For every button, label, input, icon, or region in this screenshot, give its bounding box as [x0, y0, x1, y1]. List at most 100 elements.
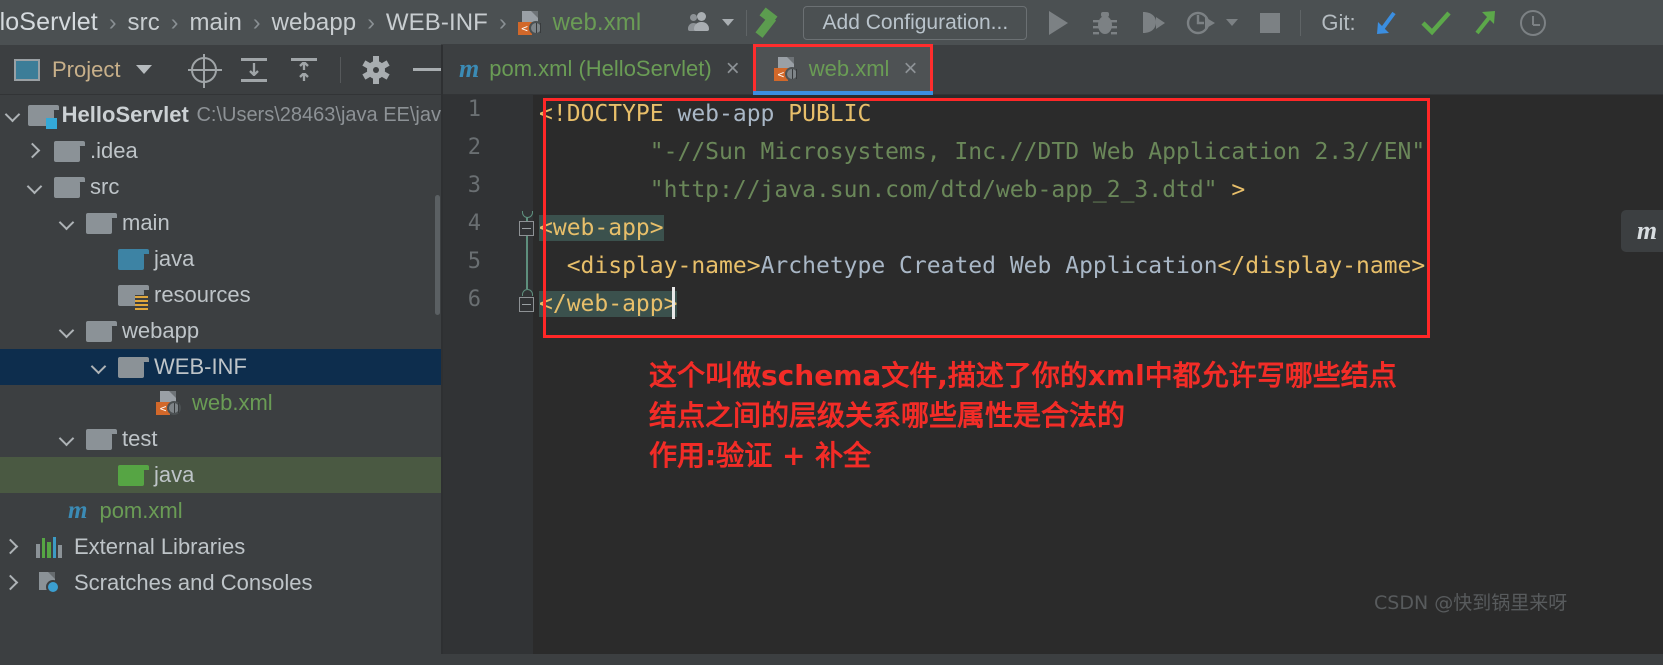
tree-item-label: src [90, 174, 120, 199]
build-button[interactable] [755, 6, 793, 38]
editor-gutter[interactable]: 1 2 3 4 5 6 [441, 95, 534, 654]
run-with-coverage-icon [1143, 11, 1166, 33]
chevron-down-icon[interactable] [88, 356, 110, 378]
profiler-icon [1187, 11, 1216, 34]
project-tree[interactable]: HelloServlet C:\Users\28463\java EE\jav … [0, 95, 441, 654]
editor-hint-badge[interactable]: m [1621, 210, 1663, 252]
tree-item-external-libraries[interactable]: External Libraries [0, 529, 441, 565]
breadcrumb-src[interactable]: src [128, 9, 160, 37]
chevron-down-icon[interactable] [56, 320, 78, 342]
history-button[interactable] [1519, 9, 1546, 36]
git-push-button[interactable] [1470, 8, 1500, 38]
tree-scrollbar[interactable] [435, 195, 440, 315]
project-panel-header: Project [0, 45, 441, 95]
annotation-line-2: 结点之间的层级关系哪些属性是合法的 [649, 399, 1126, 432]
spacer-icon [88, 248, 110, 270]
git-commit-button[interactable] [1420, 8, 1452, 38]
breadcrumb-webxml[interactable]: web.xml [553, 9, 642, 37]
chevron-down-icon[interactable] [136, 65, 153, 74]
chevron-right-icon[interactable] [2, 572, 24, 594]
line-number: 2 [467, 135, 481, 160]
code-line-5: <display-name>Archetype Created Web Appl… [539, 247, 1426, 285]
code-token: <display-name> [566, 253, 761, 279]
breadcrumb-webinf[interactable]: WEB-INF [386, 9, 488, 37]
expand-all-button[interactable] [240, 57, 267, 83]
run-with-coverage-button[interactable] [1140, 9, 1168, 37]
fold-toggle-open-icon[interactable] [519, 221, 534, 236]
tab-label: pom.xml (HelloServlet) [489, 56, 712, 81]
tree-item-label: HelloServlet [61, 102, 189, 127]
tree-item-main[interactable]: main [0, 205, 441, 241]
tree-item-label: External Libraries [74, 534, 246, 559]
tree-item-webinf[interactable]: WEB-INF [0, 349, 441, 385]
fold-column[interactable] [519, 95, 534, 654]
close-icon[interactable]: × [726, 55, 740, 83]
tab-web-xml[interactable]: < web.xml × [752, 44, 934, 95]
expand-all-icon [240, 57, 267, 83]
tree-item-main-java[interactable]: java [0, 241, 441, 277]
spacer-icon [128, 392, 150, 414]
collapse-all-button[interactable] [290, 57, 317, 83]
tree-item-pom-xml[interactable]: m pom.xml [0, 493, 441, 529]
folder-icon [54, 140, 85, 162]
chevron-down-icon [722, 19, 735, 26]
tree-item-idea[interactable]: .idea [0, 133, 441, 169]
tree-item-webapp[interactable]: webapp [0, 313, 441, 349]
breadcrumb-main[interactable]: main [189, 9, 241, 37]
maven-icon: m [68, 497, 88, 524]
watermark: CSDN @快到锅里来呀 [1374, 592, 1568, 614]
run-configuration-selector[interactable]: Add Configuration... [803, 5, 1028, 40]
breadcrumb-separator-icon: › [367, 9, 375, 35]
module-folder-icon [28, 104, 60, 129]
project-panel-title[interactable]: Project [52, 57, 120, 83]
breadcrumb-project[interactable]: lloServlet [0, 8, 98, 37]
chevron-down-icon[interactable] [56, 428, 78, 450]
breadcrumb-separator-icon: › [498, 9, 507, 35]
profiler-button[interactable] [1186, 9, 1216, 37]
tree-item-helloservlet[interactable]: HelloServlet C:\Users\28463\java EE\jav [0, 97, 441, 133]
xml-file-icon: < [517, 10, 544, 36]
tree-item-scratches[interactable]: Scratches and Consoles [0, 565, 441, 601]
users-button[interactable] [688, 11, 735, 34]
chevron-down-icon[interactable] [2, 104, 24, 126]
chevron-down-icon[interactable] [24, 176, 46, 198]
breadcrumb-separator-icon: › [108, 9, 117, 35]
chevron-right-icon[interactable] [24, 140, 46, 162]
select-opened-file-button[interactable] [187, 53, 222, 88]
settings-button[interactable] [362, 55, 390, 84]
maven-icon: m [459, 54, 480, 83]
update-project-arrow-icon [1376, 11, 1396, 34]
toolbar-divider [746, 9, 748, 36]
code-token: "-//Sun Microsystems, Inc.//DTD Web Appl… [539, 139, 1426, 165]
folder-icon [86, 320, 117, 342]
profiler-chevron-down-icon[interactable] [1226, 19, 1239, 26]
run-button[interactable] [1049, 10, 1069, 35]
tree-item-test-java[interactable]: java [0, 457, 441, 493]
tree-item-test[interactable]: test [0, 421, 441, 457]
run-triangle-icon [1049, 10, 1069, 35]
tree-item-web-xml[interactable]: < web.xml [0, 385, 441, 421]
stop-button[interactable] [1260, 12, 1281, 33]
close-icon[interactable]: × [903, 55, 917, 83]
history-clock-icon [1519, 9, 1546, 36]
chevron-down-icon[interactable] [56, 212, 78, 234]
tree-item-resources[interactable]: resources [0, 277, 441, 313]
code-editor[interactable]: 1 2 3 4 5 6 <!DOCTYPE web-app PUBLIC "-/… [441, 95, 1663, 654]
chevron-right-icon[interactable] [2, 536, 24, 558]
code-token: </display-name> [1217, 253, 1426, 279]
top-toolbar: lloServlet › src › main › webapp › WEB-I… [0, 0, 1663, 45]
git-update-button[interactable] [1372, 8, 1402, 38]
hide-panel-button[interactable] [413, 68, 441, 71]
breadcrumb-webapp[interactable]: webapp [272, 9, 357, 37]
tab-pom-xml[interactable]: m pom.xml (HelloServlet) × [441, 44, 753, 94]
tree-item-label: web.xml [192, 390, 273, 415]
tree-item-label: test [122, 426, 158, 451]
tree-item-src[interactable]: src [0, 169, 441, 205]
resources-folder-icon [118, 284, 149, 310]
xml-file-icon: < [156, 390, 182, 416]
toolbar-divider [1300, 9, 1302, 36]
fold-toggle-close-icon[interactable] [519, 297, 534, 312]
code-line-4: <web-app> [539, 209, 664, 247]
debug-button[interactable] [1092, 9, 1118, 37]
line-number: 3 [467, 173, 481, 198]
